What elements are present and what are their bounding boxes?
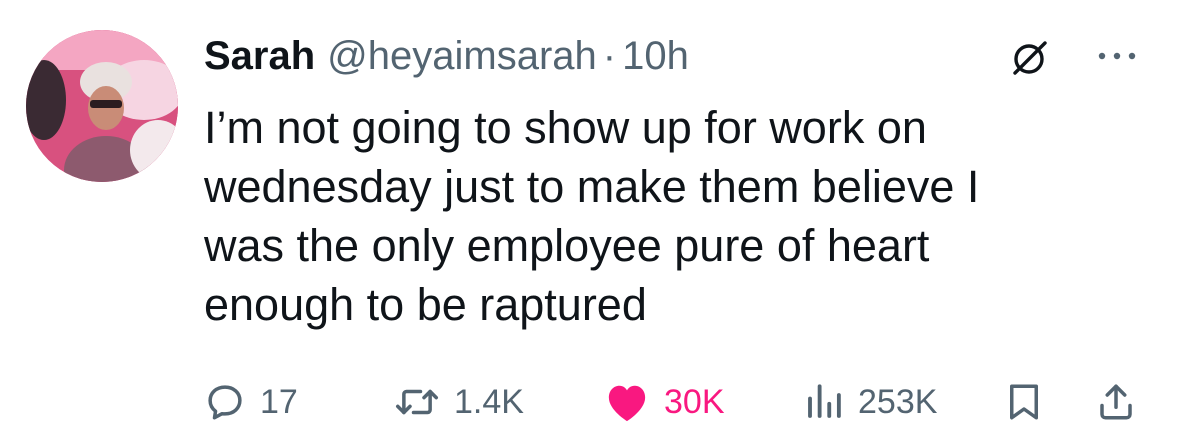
- profile-photo-image: [26, 30, 178, 182]
- views-count: 253K: [858, 382, 938, 421]
- reply-icon: [208, 385, 242, 420]
- like-button[interactable]: 30K: [604, 372, 725, 432]
- like-count: 30K: [664, 382, 725, 421]
- retweet-button[interactable]: 1.4K: [394, 372, 524, 432]
- more-options-icon[interactable]: [1090, 44, 1144, 68]
- display-name[interactable]: Sarah: [204, 30, 315, 82]
- grok-icon[interactable]: [1010, 38, 1050, 78]
- action-bar: 17 1.4K 30K 253K: [0, 372, 1179, 432]
- tweet-header: Sarah @heyaimsarah · 10h: [204, 30, 689, 82]
- share-icon: [1100, 384, 1132, 420]
- separator-dot: ·: [602, 34, 617, 78]
- share-button[interactable]: [1096, 372, 1136, 432]
- reply-button[interactable]: 17: [204, 372, 298, 432]
- bookmark-button[interactable]: [1006, 372, 1042, 432]
- views-icon: [808, 384, 841, 418]
- tweet-card: Sarah @heyaimsarah · 10h I’m not going t…: [0, 0, 1179, 448]
- user-handle[interactable]: @heyaimsarah: [327, 30, 597, 82]
- retweet-icon: [396, 389, 438, 415]
- reply-count: 17: [260, 382, 298, 421]
- avatar[interactable]: [26, 30, 178, 182]
- heart-icon: [608, 385, 646, 422]
- timestamp[interactable]: 10h: [622, 30, 689, 82]
- tweet-text: I’m not going to show up for work on wed…: [204, 102, 980, 330]
- bookmark-icon: [1010, 384, 1038, 420]
- retweet-count: 1.4K: [454, 382, 524, 421]
- views-button[interactable]: 253K: [804, 372, 937, 432]
